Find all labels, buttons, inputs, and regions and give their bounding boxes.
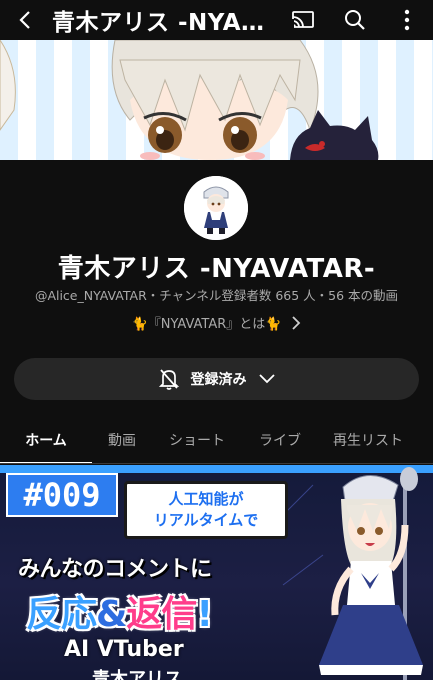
channel-description-link[interactable]: 🐈『NYAVATAR』とは🐈: [0, 313, 433, 332]
thumbnail-speech-bubble: 人工知能が リアルタイムで: [124, 481, 288, 539]
bubble-line-2: リアルタイムで: [153, 511, 259, 529]
headline-word-2: 返信: [126, 594, 197, 635]
thumbnail-subline-1: AI VTuber: [64, 637, 184, 662]
chevron-right-icon: [292, 315, 301, 330]
tab-playlists[interactable]: 再生リスト: [318, 418, 418, 464]
cast-icon: [291, 11, 314, 29]
channel-banner: [0, 40, 433, 160]
channel-title: 青木アリス -NYA…: [52, 10, 265, 36]
thumbnail-subline-2: 青木アリス: [92, 669, 182, 680]
tab-shorts[interactable]: ショート: [152, 418, 242, 464]
channel-avatar[interactable]: [184, 176, 248, 240]
cast-button[interactable]: [277, 0, 329, 40]
headline-word-1: 反応: [26, 594, 97, 635]
tab-videos[interactable]: 動画: [92, 418, 152, 464]
search-button[interactable]: [329, 0, 381, 40]
more-options-button[interactable]: [381, 0, 433, 40]
back-arrow-icon: [19, 11, 30, 29]
tab-home[interactable]: ホーム: [0, 418, 92, 464]
chevron-down-icon: [258, 374, 275, 384]
channel-link-text: 🐈『NYAVATAR』とは🐈: [131, 317, 282, 332]
tabs-divider: [0, 463, 433, 464]
subscribed-button[interactable]: 登録済み: [14, 358, 419, 400]
headline-exclaim: !: [196, 594, 212, 635]
search-icon: [345, 10, 365, 30]
thumbnail-headline-2: 反応&返信!: [26, 585, 326, 637]
avatar-character-image: [184, 176, 248, 240]
banner-character-illustration: [0, 40, 379, 160]
thumbnail-headline-1: みんなのコメントに: [18, 557, 212, 582]
channel-name: 青木アリス -NYAVATAR-: [57, 254, 376, 284]
app-bar: 青木アリス -NYA…: [0, 0, 433, 40]
featured-video-thumbnail[interactable]: #009 人工知能が リアルタイムで みんなのコメントに 反応&返信! AI V…: [0, 465, 433, 680]
channel-tabs: ホーム 動画 ショート ライブ 再生リスト: [0, 418, 433, 464]
more-vert-icon: [404, 9, 410, 31]
headline-ampersand: &: [96, 594, 127, 635]
notifications-off-icon: [158, 369, 179, 390]
subscribed-label: 登録済み: [190, 372, 247, 388]
channel-meta: @Alice_NYAVATAR・チャンネル登録者数 665 人・56 本の動画: [34, 288, 399, 303]
bubble-line-1: 人工知能が: [168, 490, 244, 508]
tab-live[interactable]: ライブ: [242, 418, 318, 464]
back-button[interactable]: [0, 0, 52, 40]
episode-badge: #009: [6, 473, 118, 517]
